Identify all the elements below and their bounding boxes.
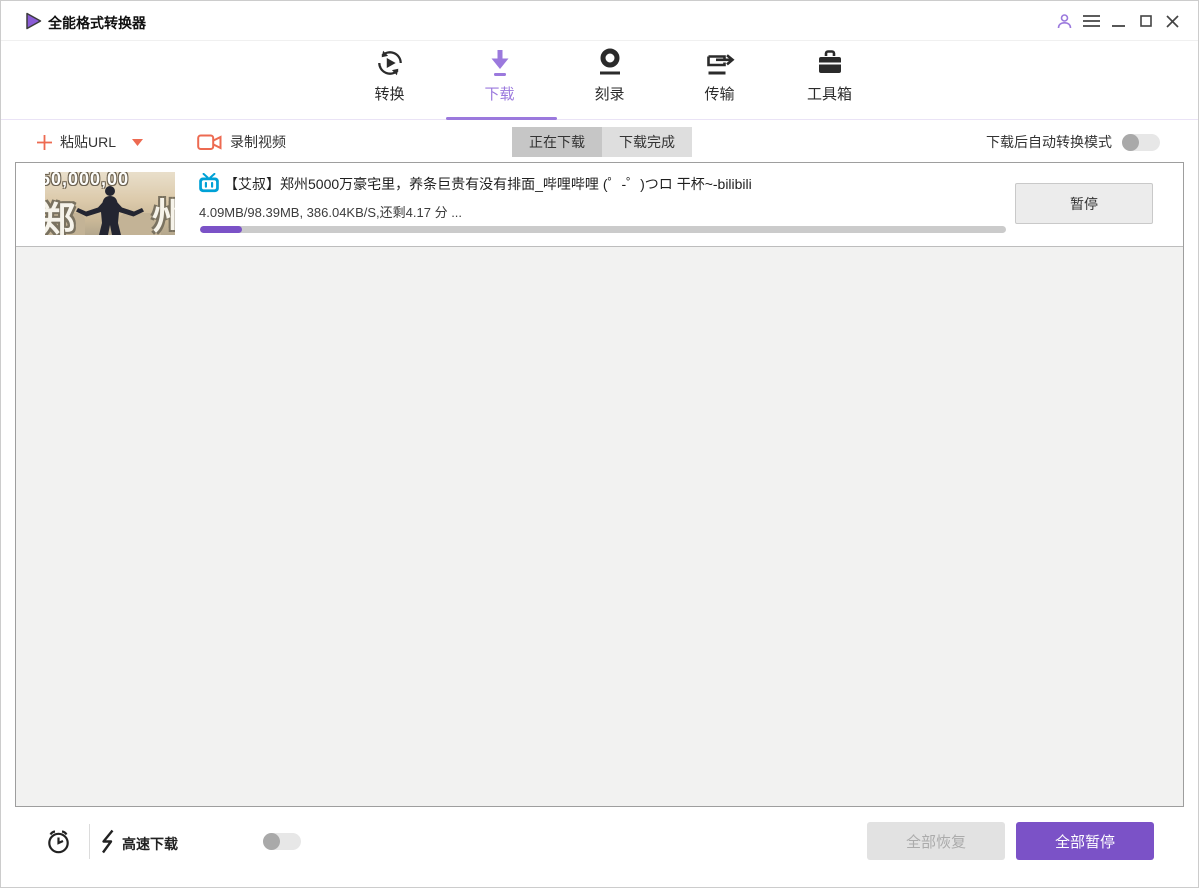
transfer-icon xyxy=(706,53,735,74)
lightning-icon xyxy=(102,829,114,854)
menu-icon[interactable] xyxy=(1083,13,1100,30)
main-nav: 转换 下载 刻录 传输 工具箱 xyxy=(1,41,1198,122)
tab-toolbox-label: 工具箱 xyxy=(806,86,852,103)
window-controls xyxy=(1056,1,1181,41)
tab-burn[interactable]: 刻录 xyxy=(577,46,643,104)
paste-url-button[interactable]: 粘贴URL xyxy=(37,122,144,162)
auto-convert-control: 下载后自动转换模式 xyxy=(986,122,1160,162)
footer-bar: 高速下载 全部恢复 全部暂停 xyxy=(1,807,1198,887)
title-bar: 全能格式转换器 xyxy=(1,1,1198,41)
high-speed-toggle[interactable] xyxy=(263,833,301,850)
nav-tab-list: 转换 下载 刻录 传输 工具箱 xyxy=(357,46,863,104)
download-list: 50,000,00 郑 州 【艾叔】郑州5000万豪宅里，养条巨贵有没有排面_哔… xyxy=(15,162,1184,807)
toggle-knob xyxy=(1122,133,1139,151)
tab-burn-label: 刻录 xyxy=(594,86,625,103)
minimize-button[interactable] xyxy=(1110,13,1127,30)
chevron-down-icon xyxy=(132,138,144,146)
bilibili-icon xyxy=(199,173,219,193)
download-progress-bar xyxy=(200,226,1006,233)
download-filter-tabs: 正在下载 下载完成 xyxy=(512,127,692,157)
thumbnail-figure xyxy=(76,186,144,235)
download-toolbar: 粘贴URL 录制视频 正在下载 下载完成 下载后自动转换模式 xyxy=(1,122,1198,162)
app-logo-icon xyxy=(26,12,42,30)
maximize-button[interactable] xyxy=(1137,13,1154,30)
video-thumbnail: 50,000,00 郑 州 xyxy=(45,172,175,235)
toggle-knob xyxy=(263,833,280,850)
download-item-row[interactable]: 50,000,00 郑 州 【艾叔】郑州5000万豪宅里，养条巨贵有没有排面_哔… xyxy=(16,163,1183,247)
thumbnail-char-left: 郑 xyxy=(45,190,75,235)
auto-convert-label: 下载后自动转换模式 xyxy=(986,134,1112,150)
tab-download[interactable]: 下载 xyxy=(467,46,533,104)
close-button[interactable] xyxy=(1164,13,1181,30)
tab-download-complete[interactable]: 下载完成 xyxy=(602,127,692,157)
nav-divider xyxy=(1,119,1198,120)
high-speed-download-label: 高速下载 xyxy=(122,836,178,852)
footer-divider xyxy=(89,824,90,859)
app-title: 全能格式转换器 xyxy=(48,15,146,31)
tab-transfer[interactable]: 传输 xyxy=(687,46,753,104)
paste-url-label: 粘贴URL xyxy=(60,134,117,150)
download-title: 【艾叔】郑州5000万豪宅里，养条巨贵有没有排面_哔哩哔哩 (゜-゜)つロ 干杯… xyxy=(224,176,752,192)
record-video-label: 录制视频 xyxy=(230,134,286,150)
tab-convert[interactable]: 转换 xyxy=(357,46,423,104)
thumbnail-char-right: 州 xyxy=(152,186,175,235)
download-icon xyxy=(491,49,508,76)
tab-download-label: 下载 xyxy=(484,86,515,103)
tab-convert-label: 转换 xyxy=(374,86,405,103)
record-video-button[interactable]: 录制视频 xyxy=(197,122,286,162)
tab-downloading[interactable]: 正在下载 xyxy=(512,127,602,157)
schedule-clock-icon[interactable] xyxy=(45,828,72,855)
resume-all-button[interactable]: 全部恢复 xyxy=(867,822,1005,860)
account-icon[interactable] xyxy=(1056,13,1073,30)
download-progress-fill xyxy=(200,226,242,233)
active-tab-indicator xyxy=(446,117,557,120)
auto-convert-toggle[interactable] xyxy=(1122,133,1160,151)
app-window: 全能格式转换器 转换 下载 刻录 传输 工具箱 粘贴URL 录制视频 正在下载 … xyxy=(0,0,1199,888)
tab-toolbox[interactable]: 工具箱 xyxy=(797,46,863,104)
pause-button[interactable]: 暂停 xyxy=(1015,183,1153,224)
camera-icon xyxy=(197,134,222,150)
download-status-text: 4.09MB/98.39MB, 386.04KB/S,还剩4.17 分 ... xyxy=(199,205,463,220)
burn-icon xyxy=(599,48,620,74)
toolbox-icon xyxy=(818,49,841,73)
plus-icon xyxy=(37,134,52,150)
tab-transfer-label: 传输 xyxy=(704,86,735,103)
thumbnail-caption: 50,000,00 xyxy=(45,172,130,189)
convert-icon xyxy=(377,50,402,75)
pause-all-button[interactable]: 全部暂停 xyxy=(1016,822,1154,860)
